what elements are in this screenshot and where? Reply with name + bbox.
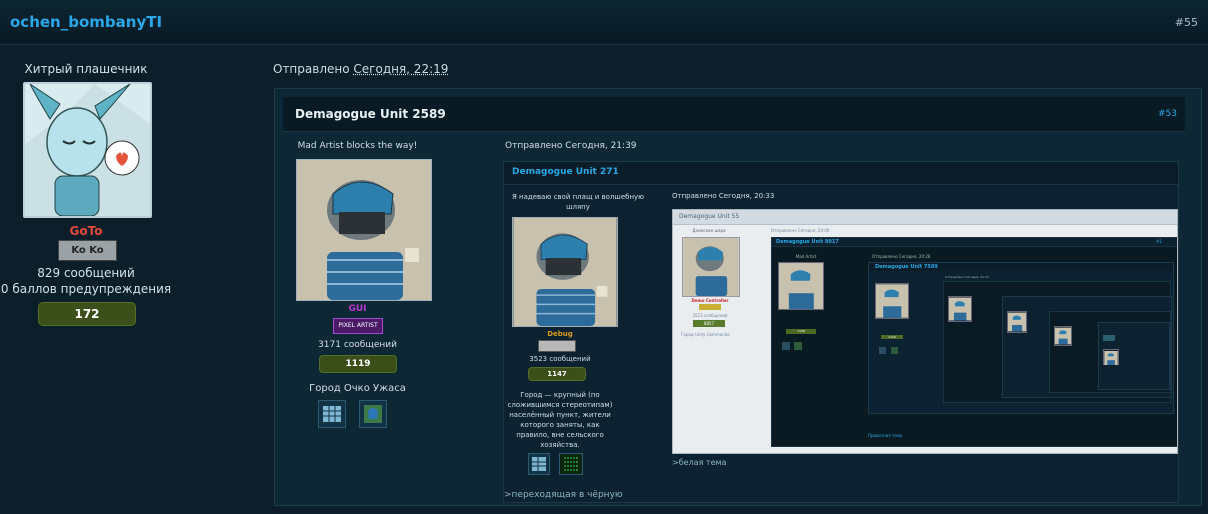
nested-bottom-link: Приватная тема <box>868 433 903 438</box>
quote2-badge-image <box>538 340 576 352</box>
nested-quote-block: Demagogue Unit 271 Я надеваю свой плащ и… <box>503 161 1179 503</box>
sent-time[interactable]: Сегодня, 22:19 <box>353 62 448 76</box>
screenshot-messages: 3523 сообщений <box>692 313 728 318</box>
quote2-sent: Отправлено Сегодня, 20:33 <box>672 192 775 200</box>
screenshot-rep: 8857 <box>693 320 725 327</box>
nested2-sent: Отправлено Сегодня, 21:19 <box>945 275 989 279</box>
author-warnings: 0 баллов предупреждения <box>0 282 172 296</box>
nested1-rep: 1138 <box>786 329 816 334</box>
nested-dark-screenshot: Demagogue Unit 8917 #1 Mad Artist Отправ… <box>771 237 1177 447</box>
quote-post-number[interactable]: #53 <box>1158 109 1177 119</box>
quote1-badge: PIXEL ARTIST <box>333 318 383 334</box>
screenshot-header: Demagogue Unit 55 <box>673 210 1177 225</box>
quote1-sent: Отправлено Сегодня, 21:39 <box>505 141 637 151</box>
quote2-author-name[interactable]: Debug <box>508 330 612 338</box>
quote-block: Demagogue Unit 2589 #53 Mad Artist block… <box>274 88 1202 506</box>
screenshot-author-name: Demo Controller <box>691 298 729 303</box>
post-author-link[interactable]: ochen_bombanyTI <box>10 13 162 31</box>
quote1-city: Город Очко Ужаса <box>309 383 406 394</box>
nested2-avatar <box>875 283 909 319</box>
quote1-author-title: Mad Artist blocks the way! <box>297 141 418 151</box>
quote2-footer-text: >переходящая в чёрную <box>504 490 623 500</box>
shield-icon[interactable] <box>359 400 387 428</box>
nested1-author-title: Mad Artist <box>795 254 817 259</box>
author-messages: 829 сообщений <box>37 266 135 280</box>
quote1-messages: 3171 сообщений <box>318 340 397 350</box>
quote1-reputation[interactable]: 1119 <box>319 355 397 373</box>
quote2-reputation[interactable]: 1147 <box>528 367 586 381</box>
screenshot-badge <box>699 304 721 310</box>
quote2-author-title: Я надеваю свой плащ и волшебную шляпу <box>511 193 645 211</box>
author-title: Хитрый плашечник <box>24 62 148 76</box>
nested1-sent: Отправлено Сегодня, 20:28 <box>872 254 931 259</box>
author-reputation[interactable]: 172 <box>38 302 136 326</box>
nested-quote-header: Demagogue Unit 271 <box>504 162 1178 185</box>
quote2-messages: 3523 сообщений <box>529 355 591 363</box>
post-sent-line: Отправлено Сегодня, 22:19 <box>273 62 448 76</box>
nested2-author: Demagogue Unit 7589 <box>875 264 938 270</box>
screenshot-sent: Отправлено Сегодня, 20:09 <box>771 228 830 233</box>
screenshot-avatar <box>682 237 740 297</box>
author-name[interactable]: GoTo <box>0 224 172 238</box>
nested3-block <box>943 281 1172 403</box>
quote-header: Demagogue Unit 2589 #53 <box>283 97 1185 132</box>
quote1-author-name[interactable]: GUI <box>275 304 440 314</box>
nested1-author: Demagogue Unit 8917 <box>776 239 839 245</box>
quote2-avatar[interactable] <box>512 217 618 327</box>
quote3-footer-text: >белая тема <box>672 458 727 467</box>
nested-quote-author[interactable]: Demagogue Unit 271 <box>512 167 619 177</box>
building-icon[interactable] <box>528 453 550 475</box>
post-header: ochen_bombanyTI #55 <box>0 0 1208 45</box>
author-badge: Ko Ko <box>58 240 117 261</box>
author-avatar[interactable] <box>23 82 152 218</box>
matrix-icon[interactable] <box>559 453 583 475</box>
building-icon[interactable] <box>318 400 346 428</box>
post-number-link[interactable]: #55 <box>1175 16 1198 29</box>
screenshot-city: Город Unity Commando <box>681 332 730 337</box>
nested1-number: #1 <box>1156 239 1162 244</box>
quote2-city-description: Город — крупный (по сложившимся стереоти… <box>507 391 613 449</box>
embedded-screenshot[interactable]: Demagogue Unit 55 Дамаскин шара Demo Con… <box>672 209 1178 454</box>
screenshot-author-title: Дамаскин шара <box>692 228 726 233</box>
quote1-avatar[interactable] <box>296 159 432 301</box>
screenshot-author: Demagogue Unit 55 <box>679 213 740 220</box>
sent-label: Отправлено <box>273 62 350 76</box>
nested1-avatar <box>778 262 824 310</box>
quote-author[interactable]: Demagogue Unit 2589 <box>295 107 446 121</box>
nested2-block: Demagogue Unit 7589 Отправлено Сегодня, … <box>868 262 1174 414</box>
nested2-rep: 1119 <box>881 335 903 339</box>
